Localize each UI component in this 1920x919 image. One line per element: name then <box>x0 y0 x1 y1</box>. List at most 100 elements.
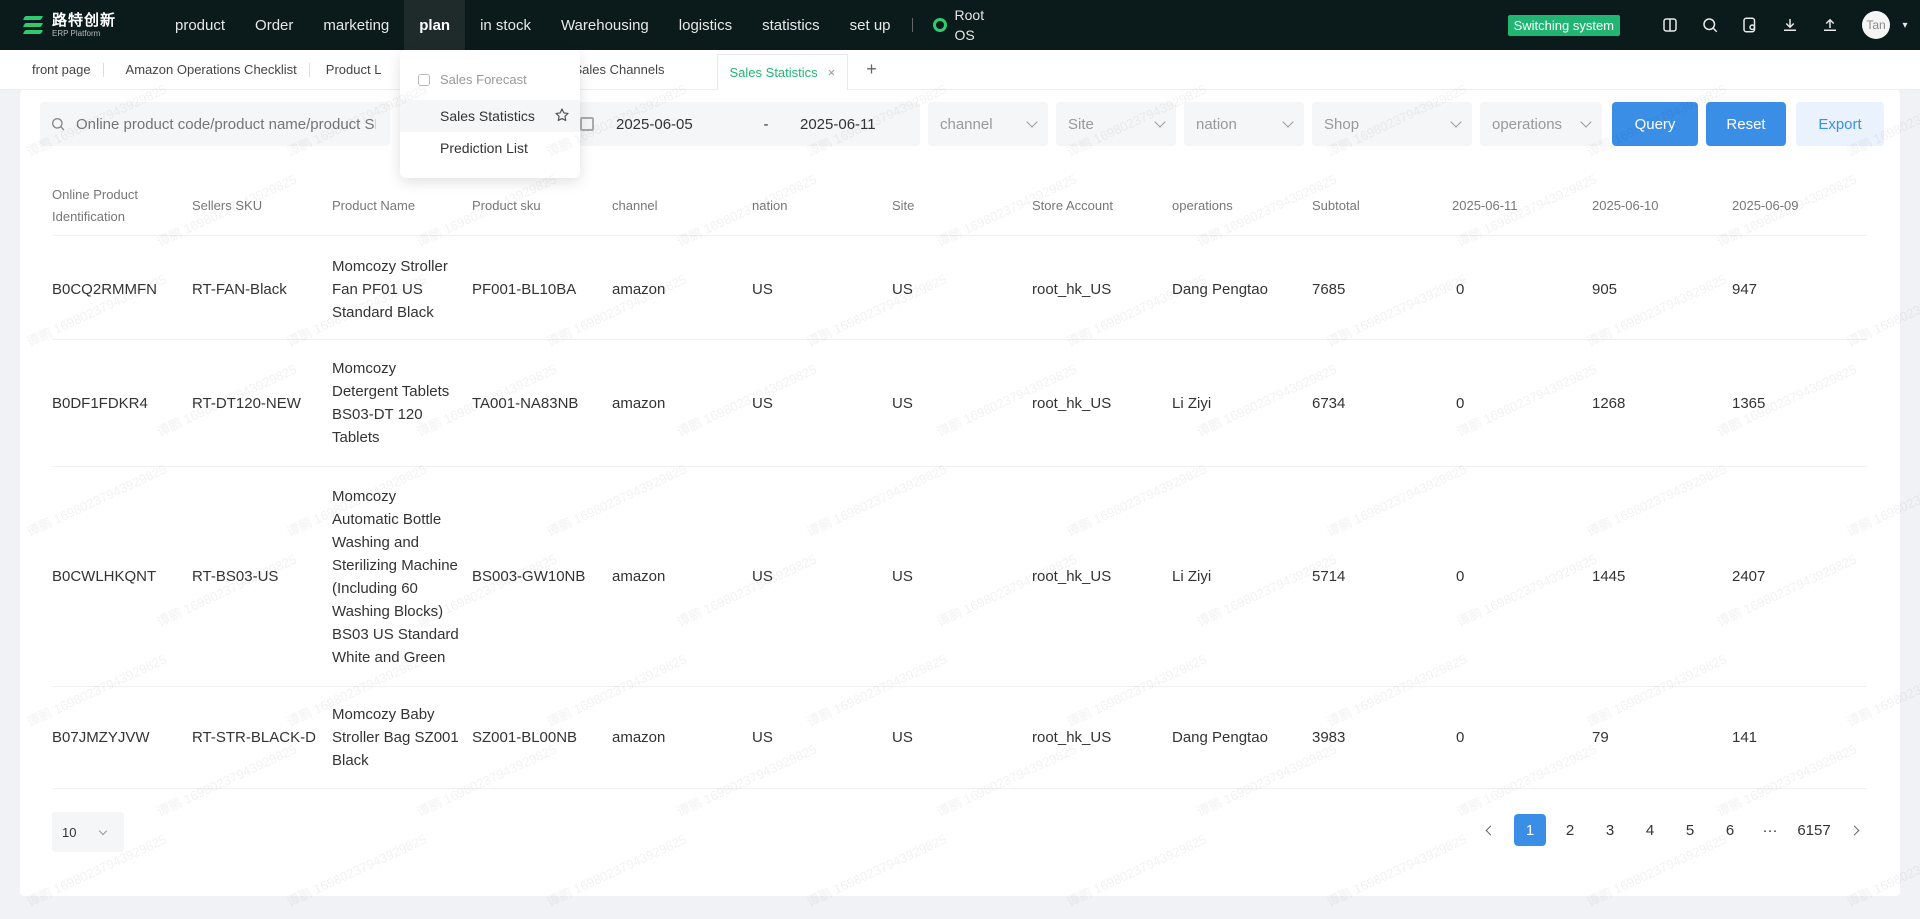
channel-select[interactable]: channel <box>928 102 1048 146</box>
table-row[interactable]: B0DF1FDKR4 RT-DT120-NEW Momcozy Detergen… <box>52 340 1867 467</box>
col-date-2025-06-09: 2025-06-09 <box>1732 198 1799 213</box>
table-row[interactable]: B07JMZYJVW RT-STR-BLACK-D Momcozy Baby S… <box>52 687 1867 789</box>
logo-mark-icon <box>22 14 44 36</box>
page-2-button[interactable]: 2 <box>1554 814 1586 846</box>
table-header: Online Product Identification Sellers SK… <box>52 176 1867 236</box>
chevron-down-icon <box>1282 116 1294 128</box>
page-3-button[interactable]: 3 <box>1594 814 1626 846</box>
top-navbar: 路特创新 ERP Platform product Order marketin… <box>0 0 1920 50</box>
cell-subtotal: 5714 <box>1312 568 1346 585</box>
search-box[interactable] <box>40 102 390 146</box>
user-avatar[interactable]: Tan <box>1862 11 1890 39</box>
menu-item-label: Sales Statistics <box>440 108 535 124</box>
chevron-down-icon <box>1154 116 1166 128</box>
col-store-account: Store Account <box>1032 198 1113 213</box>
more-pages-ellipsis[interactable]: ··· <box>1754 814 1786 846</box>
main-nav: product Order marketing plan in stock Wa… <box>160 0 984 50</box>
nav-item-statistics[interactable]: statistics <box>747 0 835 50</box>
close-icon[interactable]: × <box>828 65 836 80</box>
menu-item-sales-statistics[interactable]: Sales Statistics <box>400 100 580 132</box>
chevron-down-icon <box>99 826 108 835</box>
nav-item-in-stock[interactable]: in stock <box>465 0 546 50</box>
cell-date-value: 0 <box>1456 281 1465 298</box>
date-start[interactable]: 2025-06-05 <box>616 116 736 133</box>
cell-date-value: 947 <box>1732 281 1758 298</box>
cell-nation: US <box>752 568 773 585</box>
nation-select[interactable]: nation <box>1184 102 1304 146</box>
cell-subtotal: 6734 <box>1312 394 1346 412</box>
tab-product-l[interactable]: Product L <box>314 55 394 85</box>
chevron-down-icon <box>1026 116 1038 128</box>
menu-item-prediction-list[interactable]: Prediction List <box>400 132 580 164</box>
page-5-button[interactable]: 5 <box>1674 814 1706 846</box>
query-button[interactable]: Query <box>1612 102 1698 146</box>
app-logo[interactable]: 路特创新 ERP Platform <box>0 13 140 38</box>
cell-online-product-id: B0CQ2RMMFN <box>52 281 158 298</box>
page-1-button[interactable]: 1 <box>1514 814 1546 846</box>
upload-icon[interactable] <box>1810 0 1850 50</box>
cell-online-product-id: B0DF1FDKR4 <box>52 394 148 412</box>
date-range-picker[interactable]: 2025-06-05 - 2025-06-11 <box>578 102 920 146</box>
page-size-select[interactable]: 10 <box>52 812 124 852</box>
cell-nation: US <box>752 281 773 298</box>
col-date-2025-06-11: 2025-06-11 <box>1452 198 1518 213</box>
reset-button[interactable]: Reset <box>1706 102 1786 146</box>
nav-item-marketing[interactable]: marketing <box>308 0 404 50</box>
cell-product-name: Momcozy Automatic Bottle Washing and Ste… <box>332 487 459 666</box>
site-select[interactable]: Site <box>1056 102 1176 146</box>
table-row[interactable]: B0CWLHKQNT RT-BS03-US Momcozy Automatic … <box>52 467 1867 687</box>
tab-front-page[interactable]: front page <box>20 55 103 85</box>
col-online-product-identification: Online Product Identification <box>52 187 138 224</box>
nav-item-warehousing[interactable]: Warehousing <box>546 0 664 50</box>
nav-item-order[interactable]: Order <box>240 0 308 50</box>
page-4-button[interactable]: 4 <box>1634 814 1666 846</box>
col-operations: operations <box>1172 198 1233 213</box>
chevron-left-icon <box>1485 825 1495 835</box>
cell-product-name: Momcozy Baby Stroller Bag SZ001 Black <box>332 706 459 769</box>
col-product-name: Product Name <box>332 198 416 213</box>
cell-date-value: 1365 <box>1732 394 1766 412</box>
prev-page-button[interactable] <box>1474 814 1506 846</box>
search-icon[interactable] <box>1690 0 1730 50</box>
col-subtotal: Subtotal <box>1312 198 1360 213</box>
date-end[interactable]: 2025-06-11 <box>800 116 876 133</box>
root-os-line2: OS <box>954 27 975 43</box>
root-os-line1: Root <box>954 7 985 23</box>
cell-date-value: 0 <box>1456 729 1465 746</box>
user-menu-caret-icon[interactable]: ▾ <box>1890 20 1920 31</box>
nav-item-logistics[interactable]: logistics <box>664 0 747 50</box>
root-os-icon <box>932 18 947 32</box>
cell-store-account: root_hk_US <box>1032 729 1112 746</box>
cell-date-value: 905 <box>1592 281 1618 298</box>
tab-amazon-operations-checklist[interactable]: Amazon Operations Checklist <box>114 55 309 85</box>
table-row[interactable]: B0CQ2RMMFN RT-FAN-Black Momcozy Stroller… <box>52 240 1867 340</box>
search-input[interactable] <box>76 115 376 133</box>
add-tab-icon[interactable]: + <box>866 59 877 80</box>
nav-item-set-up[interactable]: set up <box>835 0 906 50</box>
tab-sales-statistics[interactable]: Sales Statistics × <box>716 53 849 90</box>
last-page-button[interactable]: 6157 <box>1792 814 1836 846</box>
cell-product-sku: BS003-GW10NB <box>472 568 586 585</box>
nav-item-plan[interactable]: plan <box>404 0 466 50</box>
root-os-link[interactable]: Root OS <box>932 5 985 45</box>
star-icon[interactable] <box>554 107 570 123</box>
shop-select-label: Shop <box>1324 115 1360 133</box>
download-icon[interactable] <box>1770 0 1810 50</box>
shop-select[interactable]: Shop <box>1312 102 1472 146</box>
document-search-icon[interactable] <box>1730 0 1770 50</box>
cell-date-value: 0 <box>1456 394 1465 412</box>
cell-operations: Li Ziyi <box>1172 394 1212 412</box>
search-icon <box>52 118 65 131</box>
cell-channel: amazon <box>612 281 666 298</box>
export-button[interactable]: Export <box>1796 102 1884 146</box>
operations-select[interactable]: operations <box>1480 102 1602 146</box>
page-6-button[interactable]: 6 <box>1714 814 1746 846</box>
nav-item-product[interactable]: product <box>160 0 240 50</box>
next-page-button[interactable] <box>1838 814 1870 846</box>
col-date-2025-06-10: 2025-06-10 <box>1592 198 1659 213</box>
cell-date-value: 1268 <box>1592 394 1626 412</box>
channel-select-label: channel <box>940 115 993 133</box>
switch-system-button[interactable]: Switching system <box>1507 14 1620 36</box>
layout-icon[interactable] <box>1650 0 1690 50</box>
cell-subtotal: 7685 <box>1312 281 1346 298</box>
